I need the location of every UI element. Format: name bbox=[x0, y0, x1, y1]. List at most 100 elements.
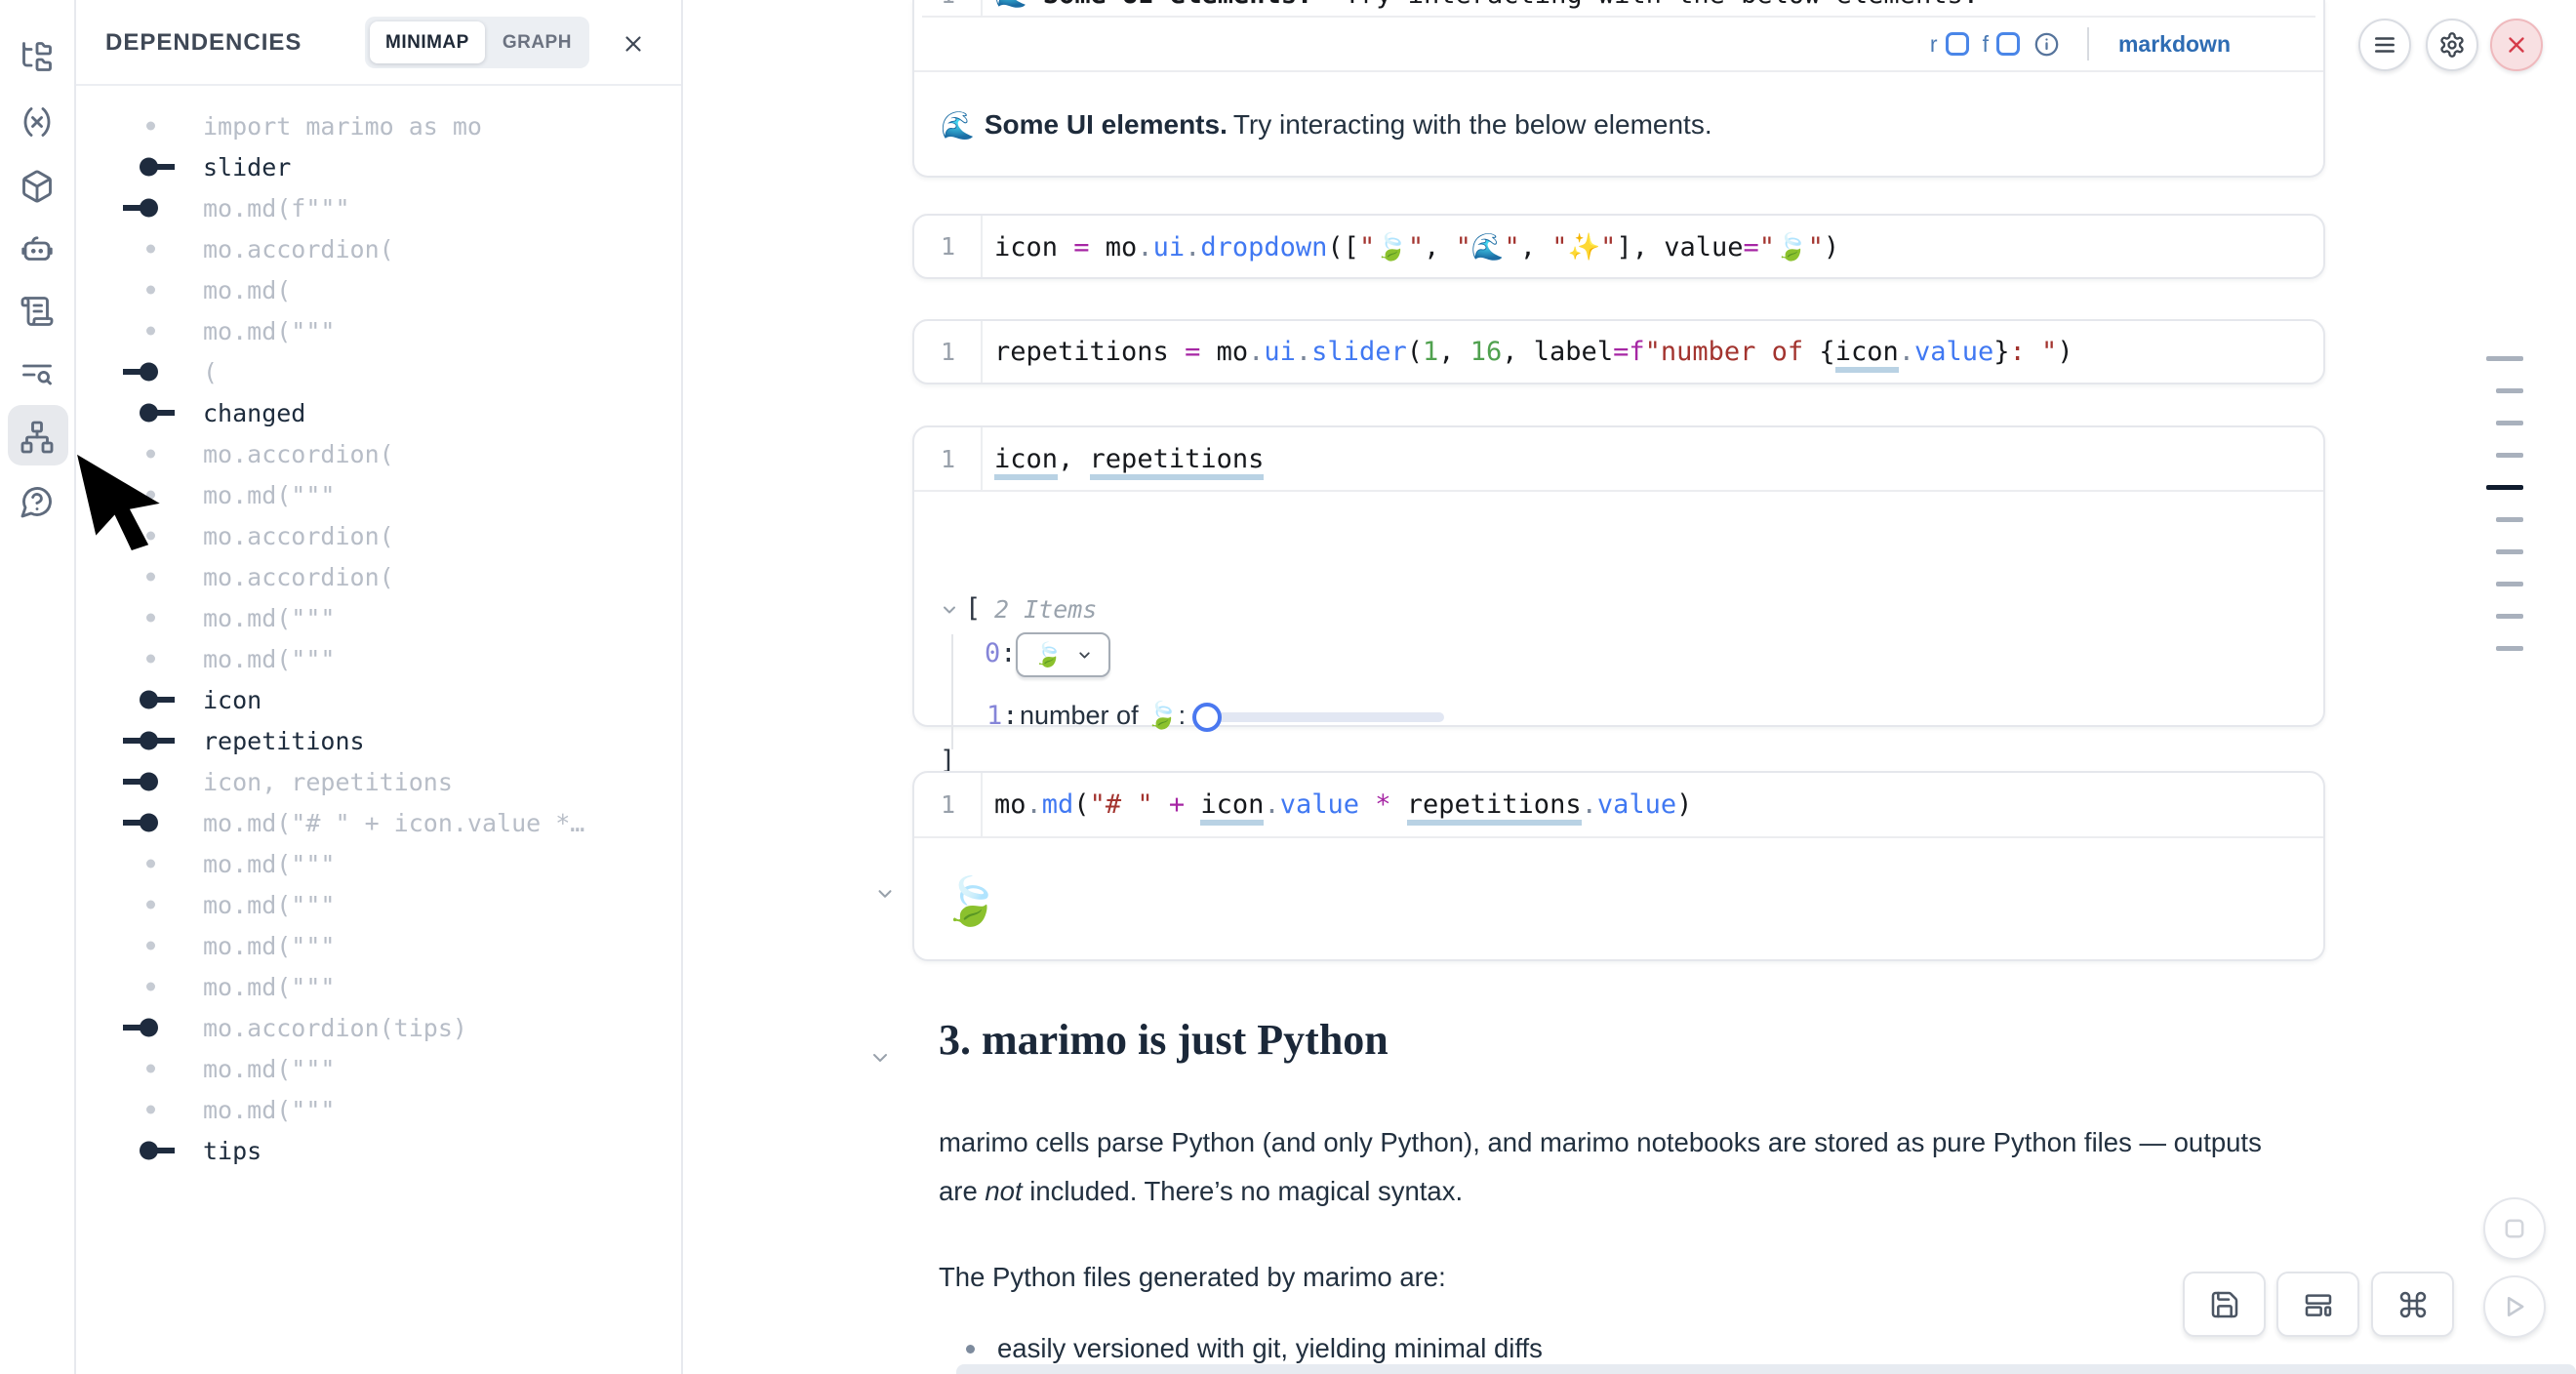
minimap-row[interactable]: mo.md(""" bbox=[76, 1048, 681, 1089]
minimap-row[interactable]: slider bbox=[76, 146, 681, 187]
minimap-row[interactable]: import marimo as mo bbox=[76, 105, 681, 146]
open-bracket: [ bbox=[965, 593, 981, 624]
notebook-menu-button[interactable] bbox=[2358, 19, 2411, 71]
minimap-cell-label: mo.accordion( bbox=[203, 440, 394, 468]
snippets-search-icon[interactable] bbox=[18, 355, 57, 394]
minimap-list: import marimo as moslidermo.md(f"""mo.ac… bbox=[76, 105, 681, 1171]
scroll-line[interactable] bbox=[2496, 582, 2523, 586]
minimap-cell-label: ( bbox=[203, 358, 218, 386]
notebook-area: 1 🌊 Some UI elements. Try interacting wi… bbox=[683, 0, 2576, 1374]
minimap-row[interactable]: icon, repetitions bbox=[76, 761, 681, 802]
minimap-row[interactable]: mo.md(""" bbox=[76, 597, 681, 638]
minimap-row[interactable]: mo.md(""" bbox=[76, 925, 681, 966]
cell-dot-marker bbox=[76, 556, 203, 597]
icon-dropdown-select[interactable]: 🍃 bbox=[1016, 632, 1110, 677]
leaf-emoji: 🍃 bbox=[1033, 641, 1063, 668]
keyboard-shortcuts-button[interactable] bbox=[2371, 1272, 2454, 1337]
minimap-row[interactable]: mo.md("# " + icon.value *… bbox=[76, 802, 681, 843]
scroll-line[interactable] bbox=[2496, 549, 2523, 554]
output-collapse-icon[interactable] bbox=[874, 883, 896, 909]
cell-dot-marker bbox=[76, 1048, 203, 1089]
code-line[interactable]: icon, repetitions bbox=[983, 444, 1264, 474]
minimap-row[interactable]: mo.md(""" bbox=[76, 843, 681, 884]
run-button[interactable] bbox=[2483, 1275, 2546, 1338]
tree-guide-line bbox=[951, 634, 953, 749]
scroll-line[interactable] bbox=[2486, 356, 2523, 361]
minimap-row[interactable]: mo.md(f""" bbox=[76, 187, 681, 228]
minimap-cell-label: mo.md(""" bbox=[203, 850, 335, 878]
minimap-cell-label: tips bbox=[203, 1137, 262, 1165]
minimap-row[interactable]: changed bbox=[76, 392, 681, 433]
tree-collapse-icon[interactable] bbox=[940, 600, 959, 624]
layout-icon bbox=[2303, 1289, 2334, 1320]
markdown-cell[interactable]: 1 🌊 Some UI elements. Try interacting wi… bbox=[912, 0, 2325, 178]
repetitions-slider-track[interactable] bbox=[1199, 712, 1444, 722]
minimap-row[interactable]: ( bbox=[76, 351, 681, 392]
scroll-line[interactable] bbox=[2496, 388, 2523, 393]
minimap-cell-label: mo.md(""" bbox=[203, 604, 335, 632]
view-toggle: MINIMAP GRAPH bbox=[365, 17, 589, 68]
dependency-marker bbox=[76, 1007, 203, 1048]
layout-button[interactable] bbox=[2276, 1272, 2359, 1337]
code-cell-md[interactable]: 1 mo.md("# " + icon.value * repetitions.… bbox=[912, 771, 2325, 961]
section-collapse-icon[interactable] bbox=[868, 1046, 892, 1074]
minimap-row[interactable]: icon bbox=[76, 679, 681, 720]
tab-graph[interactable]: GRAPH bbox=[487, 21, 587, 63]
minimap-row[interactable]: mo.md(""" bbox=[76, 966, 681, 1007]
cell-dot-marker bbox=[76, 966, 203, 1007]
minimap-row[interactable]: mo.accordion( bbox=[76, 228, 681, 269]
markdown-editor-cut[interactable]: 1 🌊 Some UI elements. Try interacting wi… bbox=[914, 0, 2323, 16]
save-button[interactable] bbox=[2183, 1272, 2266, 1337]
scroll-line[interactable] bbox=[2496, 453, 2523, 458]
dependency-marker bbox=[76, 802, 203, 843]
minimap-row[interactable]: mo.accordion( bbox=[76, 556, 681, 597]
minimap-cell-label: mo.md(""" bbox=[203, 481, 335, 509]
repetitions-slider-thumb[interactable] bbox=[1192, 703, 1222, 732]
scroll-line-active[interactable] bbox=[2486, 485, 2523, 490]
minimap-row[interactable]: mo.md(""" bbox=[76, 310, 681, 351]
output-text: Try interacting with the below elements. bbox=[1233, 109, 1712, 141]
tab-minimap[interactable]: MINIMAP bbox=[370, 21, 485, 63]
code-line[interactable]: icon = mo.ui.dropdown(["🍃", "🌊", "✨"], v… bbox=[983, 231, 1839, 263]
language-badge[interactable]: markdown bbox=[2118, 31, 2231, 58]
shutdown-button[interactable] bbox=[2490, 19, 2543, 71]
file-tree-icon[interactable] bbox=[18, 37, 57, 76]
settings-button[interactable] bbox=[2426, 19, 2478, 71]
code-line[interactable]: mo.md("# " + icon.value * repetitions.va… bbox=[983, 789, 1692, 820]
format-toggle-label: f bbox=[1983, 31, 1989, 58]
save-icon bbox=[2209, 1289, 2240, 1320]
stop-button[interactable] bbox=[2483, 1197, 2546, 1260]
info-icon[interactable] bbox=[2033, 31, 2060, 58]
cell-dot-marker bbox=[76, 925, 203, 966]
minimap-row[interactable]: mo.md(""" bbox=[76, 638, 681, 679]
reference-checkbox[interactable] bbox=[1946, 32, 1969, 56]
cell-dot-marker bbox=[76, 310, 203, 351]
code-line[interactable]: repetitions = mo.ui.slider(1, 16, label=… bbox=[983, 337, 2073, 367]
scroll-line[interactable] bbox=[2496, 517, 2523, 522]
help-icon[interactable] bbox=[18, 482, 57, 521]
cell-dot-marker bbox=[76, 228, 203, 269]
scroll-line[interactable] bbox=[2496, 646, 2523, 651]
minimap-row[interactable]: repetitions bbox=[76, 720, 681, 761]
minimap-row[interactable]: mo.md( bbox=[76, 269, 681, 310]
ai-assistant-icon[interactable] bbox=[18, 229, 57, 268]
close-panel-button[interactable] bbox=[619, 29, 648, 59]
code-cell-slider[interactable]: 1 repetitions = mo.ui.slider(1, 16, labe… bbox=[912, 319, 2325, 384]
packages-icon[interactable] bbox=[18, 167, 57, 206]
wave-emoji: 🌊 bbox=[941, 109, 975, 141]
logs-icon[interactable] bbox=[18, 292, 57, 331]
format-checkbox[interactable] bbox=[1996, 32, 2020, 56]
minimap-cell-label: mo.md(""" bbox=[203, 891, 335, 919]
minimap-row[interactable]: mo.accordion(tips) bbox=[76, 1007, 681, 1048]
scroll-line[interactable] bbox=[2496, 421, 2523, 425]
minimap-row[interactable]: mo.md(""" bbox=[76, 1089, 681, 1130]
cell-dot-marker bbox=[76, 638, 203, 679]
code-cell-tuple[interactable]: 1 icon, repetitions [ 2 Items 0: 🍃 1: nu… bbox=[912, 425, 2325, 727]
dependency-graph-icon[interactable] bbox=[18, 418, 57, 457]
code-cell-dropdown[interactable]: 1 icon = mo.ui.dropdown(["🍃", "🌊", "✨"],… bbox=[912, 214, 2325, 279]
minimap-row[interactable]: mo.md(""" bbox=[76, 884, 681, 925]
scroll-line[interactable] bbox=[2496, 614, 2523, 619]
marimo-app: DEPENDENCIES MINIMAP GRAPH import marimo… bbox=[0, 0, 2576, 1374]
variables-icon[interactable] bbox=[18, 102, 57, 141]
minimap-row[interactable]: tips bbox=[76, 1130, 681, 1171]
